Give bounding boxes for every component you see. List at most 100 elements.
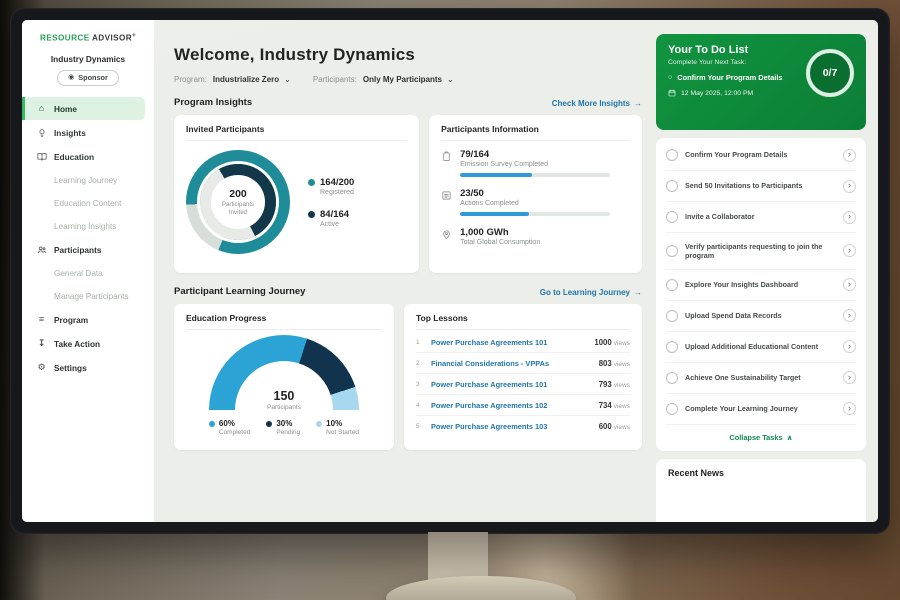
todo-panel: Your To Do List Complete Your Next Task:… [654,20,878,522]
stat-label: Emission Survey Completed [460,161,610,168]
stat-value: 1,000 GWh [460,227,540,238]
sidebar-item-label: Manage Participants [54,292,129,301]
lesson-views: 600views [599,422,630,431]
gear-icon: ⚙ [36,363,47,372]
sidebar-item-learning-journey[interactable]: Learning Journey [22,169,154,191]
sidebar-item-insights[interactable]: Insights [22,121,154,144]
legend-item-not-started: 10% Not Started [316,419,359,436]
task-row[interactable]: Upload Spend Data Records › [666,301,856,332]
sidebar-item-general-data[interactable]: General Data [22,262,154,284]
task-checkbox[interactable] [666,403,678,415]
sidebar-item-label: Take Action [54,339,100,349]
lesson-link[interactable]: Financial Considerations - VPPAs [431,359,592,368]
todo-tasks-card: Confirm Your Program Details › Send 50 I… [656,138,866,451]
lesson-link[interactable]: Power Purchase Agreements 101 [431,338,587,347]
sidebar-item-participants[interactable]: Participants [22,238,154,261]
sidebar-item-learning-insights[interactable]: Learning Insights [22,215,154,237]
task-checkbox[interactable] [666,211,678,223]
todo-next-task[interactable]: ○ Confirm Your Program Details [668,73,796,82]
task-row[interactable]: Complete Your Learning Journey › [666,394,856,425]
lesson-rank: 3 [416,381,424,388]
filter-bar: Program: Industrialize Zero ⌄ Participan… [174,75,642,84]
monitor-bezel: RESOURCE ADVISOR+ Industry Dynamics ◉ Sp… [10,8,890,534]
chevron-right-icon[interactable]: › [843,340,856,353]
lesson-link[interactable]: Power Purchase Agreements 101 [431,380,592,389]
location-pin-icon [441,229,452,240]
lesson-link[interactable]: Power Purchase Agreements 103 [431,422,592,431]
task-checkbox[interactable] [666,149,678,161]
task-label: Explore Your Insights Dashboard [685,280,836,289]
sidebar-item-settings[interactable]: ⚙ Settings [22,356,154,379]
top-lessons-card: Top Lessons 1 Power Purchase Agreements … [404,304,642,450]
logo-plus: + [132,33,136,39]
logo-advisor: ADVISOR [90,34,132,43]
program-dropdown[interactable]: Industrialize Zero ⌄ [213,75,291,84]
check-more-insights-link[interactable]: Check More Insights → [552,99,642,108]
task-checkbox[interactable] [666,372,678,384]
task-row[interactable]: Invite a Collaborator › [666,202,856,233]
chevron-right-icon[interactable]: › [843,309,856,322]
lesson-link[interactable]: Power Purchase Agreements 102 [431,401,592,410]
sponsor-badge[interactable]: ◉ Sponsor [57,70,119,86]
sidebar-item-education-content[interactable]: Education Content [22,192,154,214]
chevron-right-icon[interactable]: › [843,211,856,224]
sidebar-item-label: Education Content [54,199,121,208]
task-row[interactable]: Explore Your Insights Dashboard › [666,270,856,301]
recent-news-title: Recent News [668,468,854,478]
invited-donut-outer-ring: 200 Participants Invited [186,150,290,254]
task-checkbox[interactable] [666,245,678,257]
chevron-right-icon[interactable]: › [843,180,856,193]
people-icon [36,245,47,255]
sidebar-item-label: Learning Insights [54,222,116,231]
progress-bar-fill [460,173,532,177]
task-checkbox[interactable] [666,180,678,192]
card-title: Invited Participants [186,124,407,141]
invited-card-body: 200 Participants Invited 164/200 [186,141,407,254]
sidebar-item-program[interactable]: ≡ Program [22,308,154,331]
card-title: Top Lessons [416,313,630,330]
lesson-row: 2 Financial Considerations - VPPAs 803vi… [416,353,630,374]
task-checkbox[interactable] [666,279,678,291]
invited-participants-card: Invited Participants 200 Participants In… [174,115,419,273]
lesson-views: 803views [599,359,630,368]
chevron-right-icon[interactable]: › [843,244,856,257]
page-title: Welcome, Industry Dynamics [174,45,642,65]
go-to-learning-journey-link[interactable]: Go to Learning Journey → [540,288,642,297]
education-progress-card: Education Progress 150 Participants [174,304,394,450]
chevron-right-icon[interactable]: › [843,402,856,415]
sidebar-item-home[interactable]: ⌂ Home [22,97,145,120]
section-title-learning-journey: Participant Learning Journey [174,286,305,297]
collapse-tasks-link[interactable]: Collapse Tasks ∧ [666,425,856,448]
task-row[interactable]: Send 50 Invitations to Participants › [666,171,856,202]
task-checkbox[interactable] [666,341,678,353]
task-checkbox[interactable] [666,310,678,322]
link-label: Check More Insights [552,99,630,108]
task-row[interactable]: Achieve One Sustainability Target › [666,363,856,394]
views-unit: views [614,340,630,347]
participants-dropdown[interactable]: Only My Participants ⌄ [363,75,454,84]
gauge-center-label: Participants [209,404,359,411]
task-row[interactable]: Verify participants requesting to join t… [666,233,856,270]
legend-label: Active [320,221,354,228]
legend-value: 10% [326,419,342,428]
org-name: Industry Dynamics [22,54,154,64]
sponsor-icon: ◉ [68,74,74,81]
sidebar-item-take-action[interactable]: ↧ Take Action [22,332,154,355]
task-row[interactable]: Confirm Your Program Details › [666,140,856,171]
lesson-row: 1 Power Purchase Agreements 101 1000view… [416,332,630,353]
lesson-views: 1000views [594,338,630,347]
sidebar-item-education[interactable]: Education [22,145,154,168]
chevron-right-icon[interactable]: › [843,278,856,291]
stat-value: 23/50 [460,188,610,199]
app-logo: RESOURCE ADVISOR+ [22,33,154,43]
task-row[interactable]: Upload Additional Educational Content › [666,332,856,363]
sidebar-item-manage-participants[interactable]: Manage Participants [22,285,154,307]
sidebar-item-label: Settings [54,363,87,373]
main-content: Welcome, Industry Dynamics Program: Indu… [154,20,654,522]
sponsor-label: Sponsor [78,73,108,82]
calendar-icon [668,89,676,97]
book-icon [36,152,47,162]
legend-value: 84/164 [320,209,349,220]
chevron-right-icon[interactable]: › [843,371,856,384]
chevron-right-icon[interactable]: › [843,149,856,162]
